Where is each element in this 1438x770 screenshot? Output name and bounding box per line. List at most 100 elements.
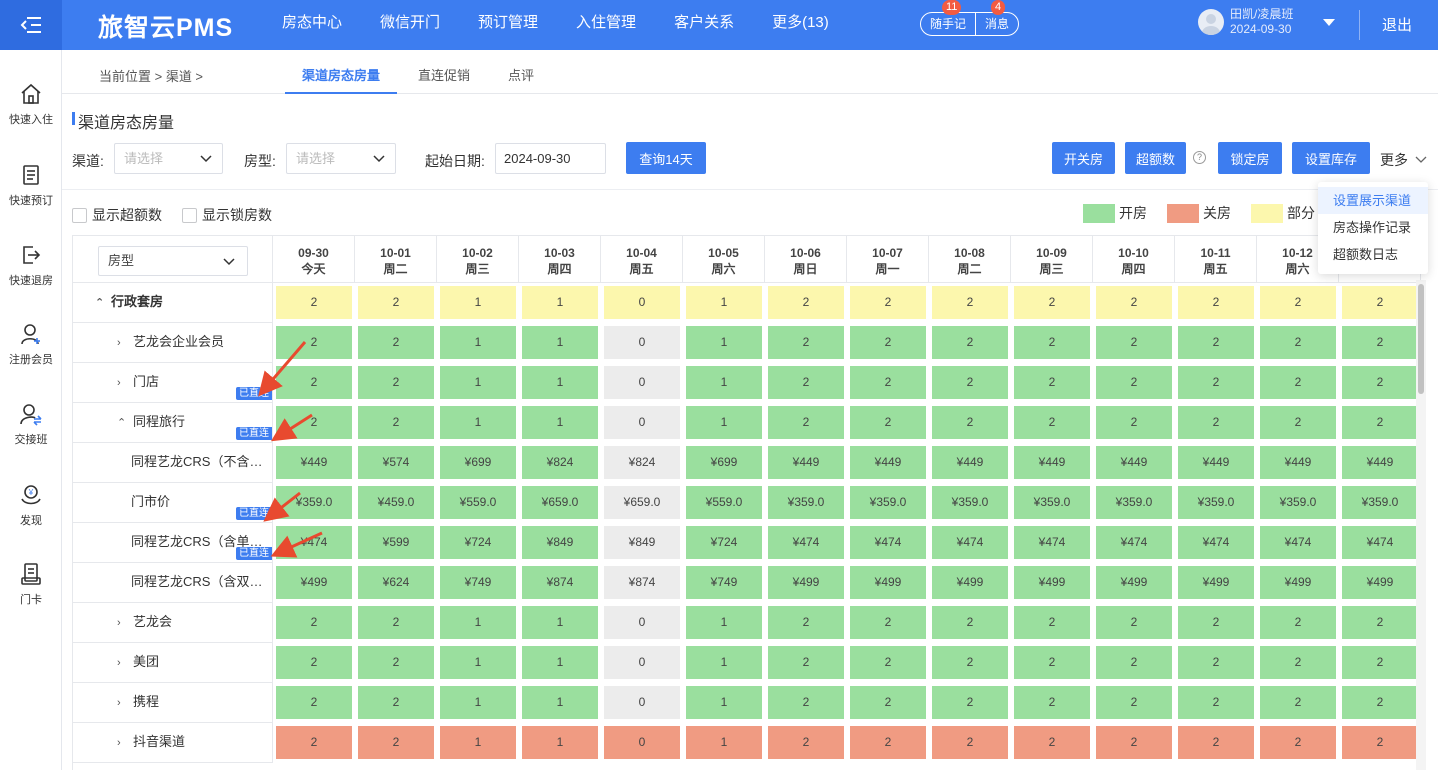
channel-row-label[interactable]: › 抖音渠道 [73,723,273,763]
inventory-cell[interactable]: ¥449 [1096,446,1172,479]
inventory-cell[interactable]: ¥599 [358,526,434,559]
inventory-cell[interactable]: 0 [604,406,680,439]
user-dropdown-icon[interactable] [1323,19,1335,26]
inventory-cell[interactable]: 2 [1342,286,1418,319]
inventory-cell[interactable]: ¥474 [1178,526,1254,559]
inventory-cell[interactable]: 2 [276,646,352,679]
channel-row-label[interactable]: › 美团 [73,643,273,683]
inventory-cell[interactable]: 2 [1260,406,1336,439]
inventory-cell[interactable]: ¥359.0 [850,486,926,519]
inventory-cell[interactable]: 2 [1178,326,1254,359]
inventory-cell[interactable]: 1 [440,406,516,439]
user-menu[interactable]: 田凯/凌晨班 2024-09-30 [1198,7,1293,37]
inventory-cell[interactable]: ¥849 [604,526,680,559]
inventory-cell[interactable]: ¥474 [1342,526,1418,559]
inventory-cell[interactable]: 2 [1178,366,1254,399]
help-icon[interactable]: ? [1193,151,1206,164]
nav-checkin[interactable]: 入住管理 [576,0,636,50]
inventory-cell[interactable]: 1 [522,606,598,639]
inventory-cell[interactable]: 0 [604,286,680,319]
inventory-cell[interactable]: 2 [1096,286,1172,319]
inventory-cell[interactable]: 2 [932,326,1008,359]
tab-channel-room-status[interactable]: 渠道房态房量 [302,65,380,84]
inventory-cell[interactable]: ¥499 [1342,566,1418,599]
channel-row-label[interactable]: ⌃ 同程旅行 已直连 [73,403,273,443]
channel-row-label[interactable]: › 携程 [73,683,273,723]
inventory-cell[interactable]: 1 [686,326,762,359]
memo-button[interactable]: 11 随手记 [921,0,975,35]
sidebar-item-quick-checkout[interactable]: 快速退房 [0,243,62,288]
inventory-cell[interactable]: 0 [604,606,680,639]
menu-item-room-status-log[interactable]: 房态操作记录 [1318,214,1428,241]
inventory-cell[interactable]: 1 [522,366,598,399]
inventory-cell[interactable]: 2 [932,606,1008,639]
inventory-cell[interactable]: 2 [276,686,352,719]
inventory-cell[interactable]: 1 [686,686,762,719]
inventory-cell[interactable]: 1 [686,406,762,439]
inventory-cell[interactable]: 2 [1342,406,1418,439]
inventory-cell[interactable]: ¥499 [768,566,844,599]
inventory-cell[interactable]: ¥624 [358,566,434,599]
inventory-cell[interactable]: 2 [1014,326,1090,359]
inventory-cell[interactable]: 2 [358,286,434,319]
nav-wechat-door[interactable]: 微信开门 [380,0,440,50]
inventory-cell[interactable]: 2 [850,686,926,719]
inventory-cell[interactable]: 0 [604,646,680,679]
inventory-cell[interactable]: ¥724 [440,526,516,559]
inventory-cell[interactable]: 2 [1342,366,1418,399]
inventory-cell[interactable]: 1 [440,726,516,759]
inventory-cell[interactable]: ¥449 [768,446,844,479]
start-date-input[interactable]: 2024-09-30 [495,143,606,174]
inventory-cell[interactable]: 2 [932,406,1008,439]
inventory-cell[interactable]: ¥474 [768,526,844,559]
sidebar-item-discover[interactable]: ¥ 发现 [0,483,62,528]
inventory-cell[interactable]: 2 [768,326,844,359]
inventory-cell[interactable]: 1 [440,646,516,679]
inventory-cell[interactable]: 2 [358,366,434,399]
overbook-button[interactable]: 超额数 [1125,142,1186,174]
channel-row-label[interactable]: › 艺龙会企业会员 [73,323,273,363]
inventory-cell[interactable]: 0 [604,686,680,719]
set-stock-button[interactable]: 设置库存 [1292,142,1370,174]
inventory-cell[interactable]: ¥499 [932,566,1008,599]
roomtype-select[interactable]: 请选择 [286,143,396,174]
inventory-cell[interactable]: 2 [768,606,844,639]
chevron-right-icon[interactable]: › [117,324,129,362]
inventory-cell[interactable]: 2 [1260,606,1336,639]
inventory-cell[interactable]: ¥449 [1178,446,1254,479]
scrollbar-thumb[interactable] [1418,284,1424,394]
query-14-days-button[interactable]: 查询14天 [626,142,706,174]
inventory-cell[interactable]: 2 [276,606,352,639]
inventory-cell[interactable]: 1 [686,726,762,759]
inventory-cell[interactable]: 2 [1342,326,1418,359]
inventory-cell[interactable]: ¥449 [1260,446,1336,479]
channel-row-label[interactable]: ⌃ 行政套房 [73,283,273,323]
inventory-cell[interactable]: ¥474 [1014,526,1090,559]
inventory-cell[interactable]: 2 [1096,726,1172,759]
inventory-cell[interactable]: 1 [522,686,598,719]
tab-direct-promotion[interactable]: 直连促销 [418,65,470,84]
menu-item-set-display-channels[interactable]: 设置展示渠道 [1318,187,1428,214]
inventory-cell[interactable]: ¥749 [440,566,516,599]
inventory-cell[interactable]: 2 [358,686,434,719]
inventory-cell[interactable]: ¥824 [522,446,598,479]
inventory-cell[interactable]: 0 [604,726,680,759]
inventory-cell[interactable]: 1 [440,286,516,319]
sidebar-item-quick-booking[interactable]: 快速预订 [0,163,62,208]
open-close-room-button[interactable]: 开关房 [1052,142,1115,174]
inventory-cell[interactable]: 2 [358,646,434,679]
inventory-cell[interactable]: 2 [1342,606,1418,639]
inventory-cell[interactable]: 2 [1014,646,1090,679]
inventory-cell[interactable]: ¥449 [1014,446,1090,479]
inventory-cell[interactable]: 0 [604,326,680,359]
inventory-cell[interactable]: ¥359.0 [932,486,1008,519]
inventory-cell[interactable]: 2 [1014,606,1090,639]
inventory-cell[interactable]: 1 [440,606,516,639]
inventory-cell[interactable]: 0 [604,366,680,399]
inventory-cell[interactable]: ¥849 [522,526,598,559]
inventory-cell[interactable]: 2 [1014,366,1090,399]
nav-crm[interactable]: 客户关系 [674,0,734,50]
nav-more[interactable]: 更多(13) [772,0,829,50]
inventory-cell[interactable]: 2 [1096,646,1172,679]
inventory-cell[interactable]: 1 [686,606,762,639]
